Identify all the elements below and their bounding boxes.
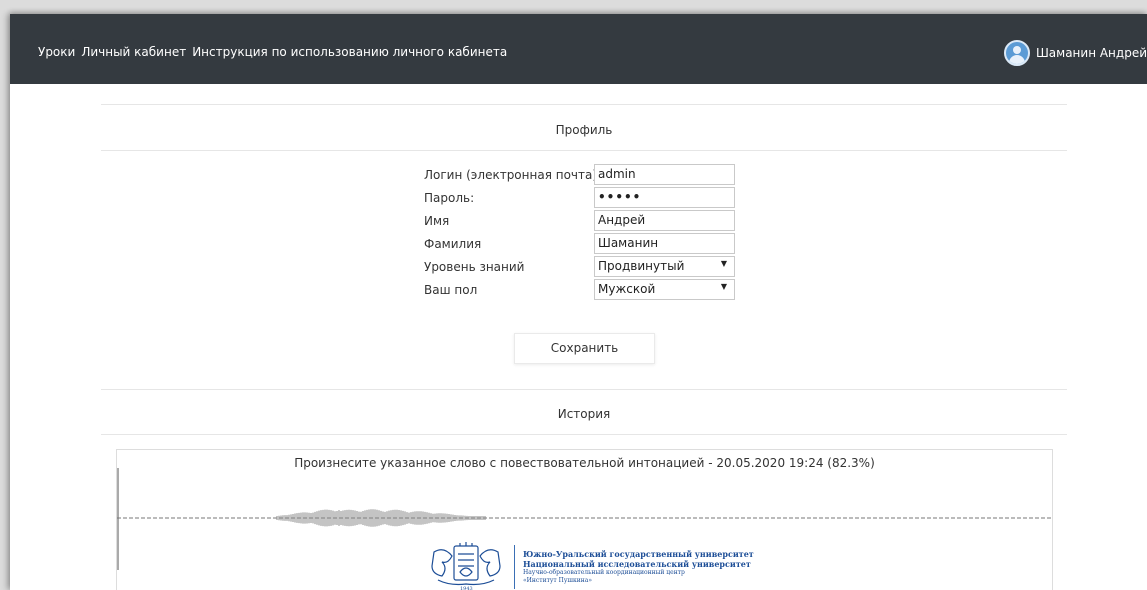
divider (101, 389, 1067, 390)
nav-link-lessons[interactable]: Уроки (38, 45, 75, 59)
first-name-input[interactable]: Андрей (594, 210, 735, 231)
institute-name: «Институт Пушкина» (523, 577, 592, 584)
university-logo: 1943 Южно-Уральский государственный унив… (424, 542, 754, 590)
university-crest-icon (431, 542, 501, 586)
top-navbar: Уроки Личный кабинет Инструкция по испол… (10, 14, 1147, 84)
history-title: История (557, 407, 611, 421)
dropdown-arrow-icon: ▼ (720, 282, 727, 291)
gender-select[interactable]: Мужской ▼ (594, 279, 735, 300)
dropdown-arrow-icon: ▼ (720, 259, 727, 268)
avatar-icon (1003, 40, 1030, 66)
password-label: Пароль: (424, 191, 475, 205)
nav-link-personal-account[interactable]: Личный кабинет (81, 45, 186, 59)
knowledge-level-label: Уровень знаний (424, 260, 525, 274)
logo-divider (514, 545, 515, 589)
save-button[interactable]: Сохранить (514, 333, 655, 364)
password-input[interactable]: ••••• (594, 187, 735, 208)
user-name: Шаманин Андрей (1035, 46, 1147, 60)
user-menu[interactable]: Шаманин Андрей (1003, 40, 1147, 66)
login-input[interactable]: admin (594, 164, 735, 185)
login-label: Логин (электронная почта): (424, 168, 602, 182)
divider (101, 150, 1067, 151)
divider (101, 104, 1067, 105)
gender-label: Ваш пол (424, 283, 478, 297)
profile-title: Профиль (555, 123, 613, 137)
knowledge-level-value: Продвинутый (598, 259, 685, 273)
gender-value: Мужской (598, 282, 656, 296)
first-name-label: Имя (424, 214, 450, 228)
university-name: Южно-Уральский государственный университ… (523, 549, 754, 559)
university-text: Южно-Уральский государственный университ… (523, 549, 754, 585)
knowledge-level-select[interactable]: Продвинутый ▼ (594, 256, 735, 277)
divider (101, 434, 1067, 435)
nav-links: Уроки Личный кабинет Инструкция по испол… (38, 45, 507, 59)
founding-year: 1943 (460, 586, 473, 590)
center-name: Научно-образовательный координационный ц… (523, 569, 685, 576)
university-subtitle: Национальный исследовательский университ… (523, 559, 751, 569)
browser-window: Уроки Личный кабинет Инструкция по испол… (10, 14, 1147, 590)
last-name-input[interactable]: Шаманин (594, 233, 735, 254)
nav-link-instructions[interactable]: Инструкция по использованию личного каби… (192, 45, 507, 59)
last-name-label: Фамилия (424, 237, 482, 251)
